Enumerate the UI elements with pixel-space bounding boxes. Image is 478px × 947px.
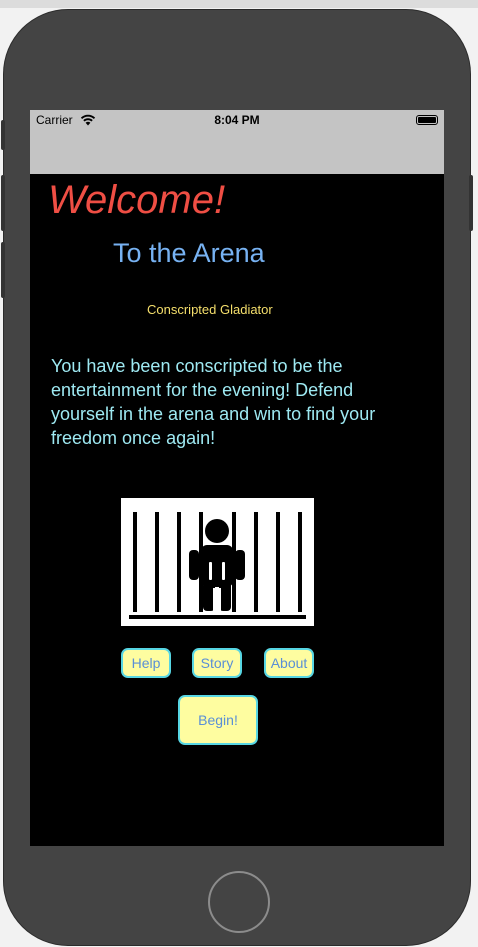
volume-up-button bbox=[1, 175, 5, 231]
navigation-bar bbox=[30, 130, 444, 174]
backdrop-strip bbox=[0, 0, 478, 8]
power-button bbox=[469, 175, 473, 231]
about-button[interactable]: About bbox=[264, 648, 314, 678]
help-button[interactable]: Help bbox=[121, 648, 171, 678]
prisoner-behind-bars-icon bbox=[121, 498, 314, 626]
mute-switch bbox=[1, 120, 5, 150]
app-screen: Carrier 8:04 PM Welcome! To the Arena Co… bbox=[30, 110, 444, 846]
battery-icon bbox=[416, 115, 438, 125]
arena-subtitle: To the Arena bbox=[113, 238, 265, 268]
status-bar: Carrier 8:04 PM bbox=[30, 110, 444, 130]
home-button[interactable] bbox=[208, 871, 270, 933]
begin-button[interactable]: Begin! bbox=[178, 695, 258, 745]
status-time: 8:04 PM bbox=[214, 113, 260, 127]
character-role-label: Conscripted Gladiator bbox=[147, 302, 273, 317]
story-button[interactable]: Story bbox=[192, 648, 242, 678]
welcome-title: Welcome! bbox=[48, 178, 226, 222]
volume-down-button bbox=[1, 242, 5, 298]
intro-text: You have been conscripted to be the ente… bbox=[51, 356, 376, 448]
